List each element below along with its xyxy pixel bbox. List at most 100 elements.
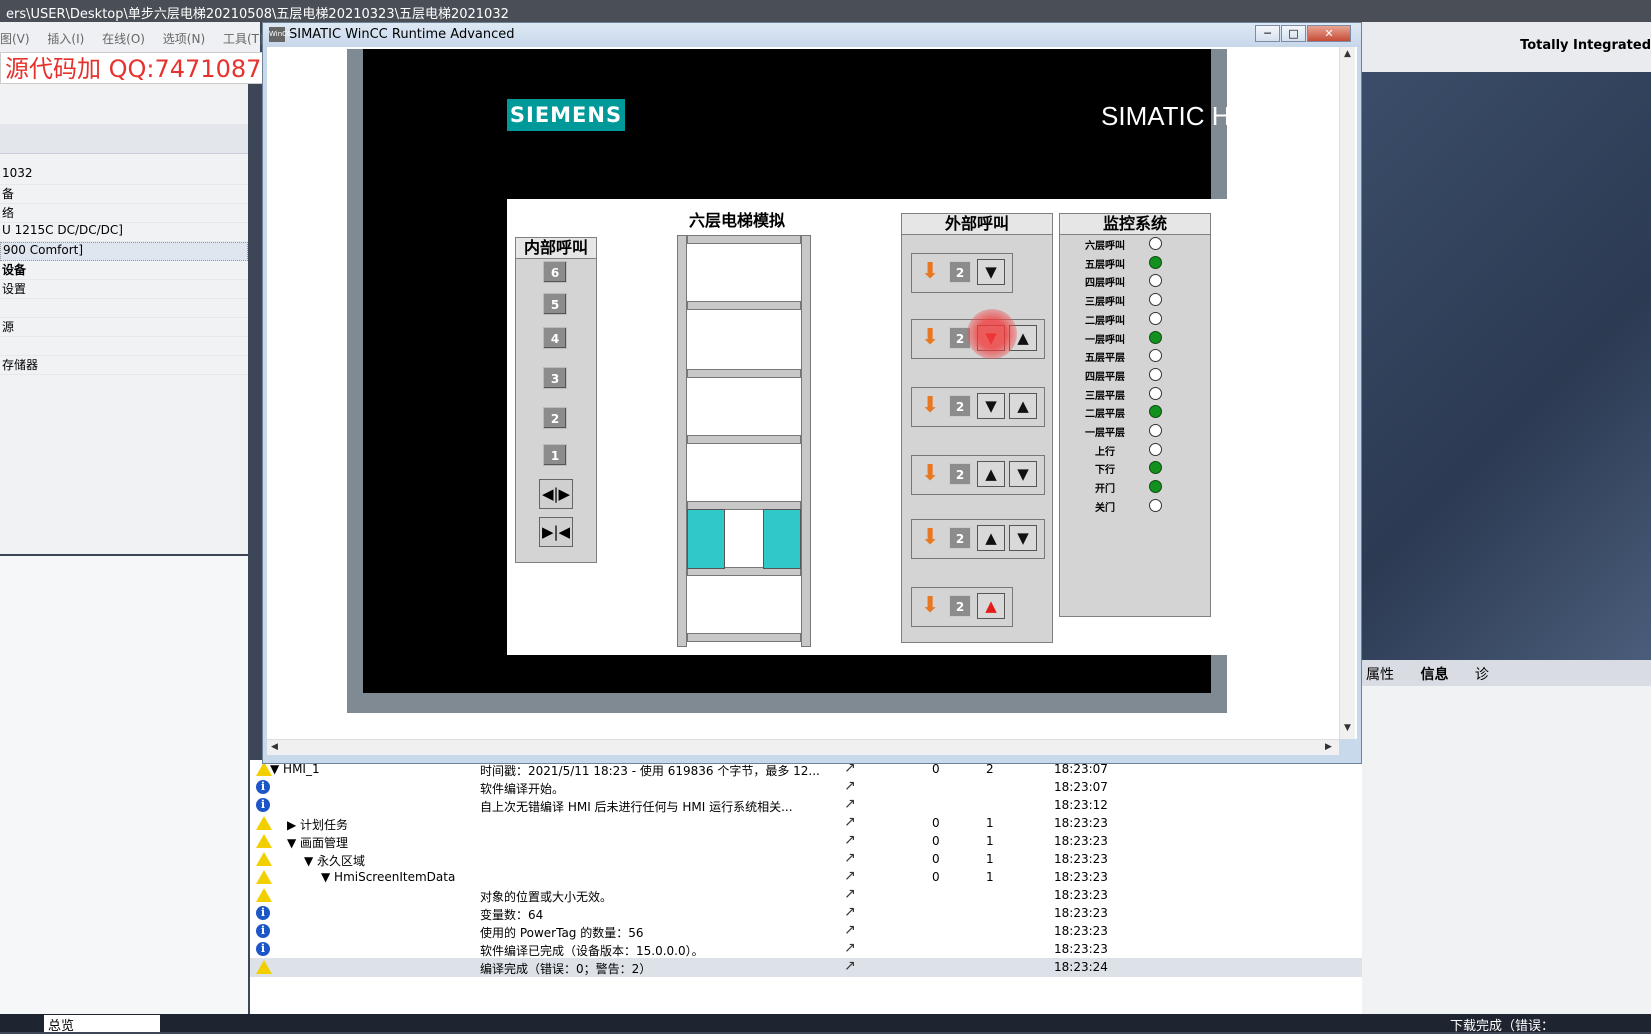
inner-call-floor-5-button[interactable]: 5 [543,293,567,315]
monitor-label: 五层呼叫 [1085,259,1125,271]
wincc-title-bar[interactable]: WinCC SIMATIC WinCC Runtime Advanced ─ □… [263,23,1361,47]
tree-item[interactable]: 存储器 [0,356,248,375]
inner-call-title: 内部呼叫 [515,237,597,259]
download-status[interactable]: 下载完成（错误： [1450,1015,1554,1034]
error-count: 1 [986,852,994,866]
monitor-row: 一层平层 [1063,422,1213,440]
scroll-right-icon[interactable]: ▶ [1325,742,1332,752]
goto-icon[interactable]: ↗ [844,814,856,830]
minimize-button[interactable]: ─ [1255,25,1280,42]
overview-button[interactable]: 总览 [44,1015,160,1034]
down-arrow-icon: ⬇ [921,393,940,418]
info-message: 使用的 PowerTag 的数量：56 [480,926,644,940]
menu-online[interactable]: 在线(O) [102,32,145,46]
warning-icon [256,870,272,884]
monitor-label: 一层呼叫 [1085,334,1125,346]
tree-item[interactable]: 络 [0,204,248,223]
info-time: 18:23:23 [1054,852,1108,866]
info-time: 18:23:23 [1054,888,1108,902]
inner-call-floor-3-button[interactable]: 3 [543,367,567,389]
goto-icon[interactable]: ↗ [844,868,856,884]
menu-options[interactable]: 选项(N) [163,32,205,46]
tree-item-plc[interactable]: U 1215C DC/DC/DC] [0,223,248,242]
close-button[interactable]: ✕ [1307,25,1351,42]
external-call-button-1[interactable]: ▲ [977,461,1005,487]
wincc-title: SIMATIC WinCC Runtime Advanced [289,27,515,42]
goto-icon[interactable]: ↗ [844,778,856,794]
menu-insert[interactable]: 插入(I) [47,32,84,46]
monitor-row: 五层平层 [1063,347,1213,365]
external-call-button-2[interactable]: ▼ [1009,461,1037,487]
tree-item[interactable]: 设置 [0,280,248,299]
scroll-down-icon[interactable]: ▼ [1344,723,1351,733]
tree-item[interactable]: 1032 [0,166,248,185]
tab-diagnostics[interactable]: 诊 [1475,667,1489,683]
wincc-app-icon: WinCC [269,27,292,42]
monitor-row: 二层呼叫 [1063,310,1213,328]
external-call-button-2[interactable]: ▼ [1009,525,1037,551]
info-icon: i [256,906,270,920]
info-tree-label[interactable]: ▼ HmiScreenItemData [321,870,455,884]
external-call-button-1[interactable]: ▼ [977,259,1005,285]
info-row[interactable]: 编译完成（错误：0；警告：2） ↗ 18:23:24 [250,958,1362,977]
warning-icon [256,960,272,974]
maximize-button[interactable]: □ [1281,25,1306,42]
tree-item[interactable] [0,337,248,356]
monitor-row: 三层平层 [1063,385,1213,403]
status-led-icon [1149,498,1162,512]
info-row[interactable]: i 变量数：64 ↗ 18:23:23 [250,904,1362,923]
inner-call-floor-2-button[interactable]: 2 [543,407,567,429]
warning-count: 0 [932,834,940,848]
tree-item[interactable]: 源 [0,318,248,337]
info-tree-label[interactable]: ▼ HMI_1 [270,762,320,776]
tree-item-hmi[interactable]: 900 Comfort] [0,242,248,261]
tree-item[interactable] [0,299,248,318]
info-time: 18:23:12 [1054,798,1108,812]
info-row[interactable]: ▶ 计划任务 ↗ 0 1 18:23:23 [250,814,1362,833]
scroll-up-icon[interactable]: ▲ [1344,49,1351,59]
info-row[interactable]: ▼ 画面管理 ↗ 0 1 18:23:23 [250,832,1362,851]
info-row[interactable]: ▼ 永久区域 ↗ 0 1 18:23:23 [250,850,1362,869]
vertical-scrollbar[interactable]: ▲ ▼ [1339,47,1355,739]
tab-properties[interactable]: 属性 [1366,667,1394,683]
info-row[interactable]: ▼ HmiScreenItemData ↗ 0 1 18:23:23 [250,868,1362,887]
inner-call-floor-6-button[interactable]: 6 [543,261,567,283]
external-call-button-2[interactable]: ▲ [1009,393,1037,419]
tree-item[interactable]: 备 [0,185,248,204]
external-call-button-1[interactable]: ▲ [977,593,1005,619]
tab-info[interactable]: 信息 [1420,667,1448,683]
details-view-panel [0,554,248,1014]
inner-call-floor-4-button[interactable]: 4 [543,327,567,349]
info-row[interactable]: 对象的位置或大小无效。 ↗ 18:23:23 [250,886,1362,905]
menu-view[interactable]: 图(V) [0,32,30,46]
down-arrow-icon: ⬇ [921,525,940,550]
horizontal-scrollbar[interactable]: ◀ ▶ [267,739,1339,755]
monitor-row: 五层呼叫 [1063,254,1213,272]
goto-icon[interactable]: ↗ [844,904,856,920]
menu-tools[interactable]: 工具(T) [223,32,264,46]
status-led-icon [1149,367,1162,381]
goto-icon[interactable]: ↗ [844,922,856,938]
goto-icon[interactable]: ↗ [844,832,856,848]
external-call-button-1[interactable]: ▲ [977,525,1005,551]
goto-icon[interactable]: ↗ [844,940,856,956]
door-close-button[interactable]: ▶|◀ [539,517,573,547]
inner-call-floor-1-button[interactable]: 1 [543,444,567,466]
info-tree-label[interactable]: ▶ 计划任务 [287,816,348,833]
info-tree-label[interactable]: ▼ 画面管理 [287,834,348,851]
info-row[interactable]: i 软件编译已完成（设备版本：15.0.0.0）。 ↗ 18:23:23 [250,940,1362,959]
scroll-left-icon[interactable]: ◀ [271,742,278,752]
goto-icon[interactable]: ↗ [844,850,856,866]
goto-icon[interactable]: ↗ [844,796,856,812]
goto-icon[interactable]: ↗ [844,958,856,974]
status-led-icon [1149,349,1162,363]
external-call-button-1[interactable]: ▼ [977,393,1005,419]
info-row[interactable]: i 自上次无错编译 HMI 后未进行任何与 HMI 运行系统相关... ↗ 18:23… [250,796,1362,815]
door-open-button[interactable]: ◀|▶ [539,479,573,509]
info-row[interactable]: i 使用的 PowerTag 的数量：56 ↗ 18:23:23 [250,922,1362,941]
info-time: 18:23:07 [1054,780,1108,794]
goto-icon[interactable]: ↗ [844,886,856,902]
info-tree-label[interactable]: ▼ 永久区域 [304,852,365,869]
tree-item[interactable]: 设备 [0,261,248,280]
info-row[interactable]: i 软件编译开始。 ↗ 18:23:07 [250,778,1362,797]
